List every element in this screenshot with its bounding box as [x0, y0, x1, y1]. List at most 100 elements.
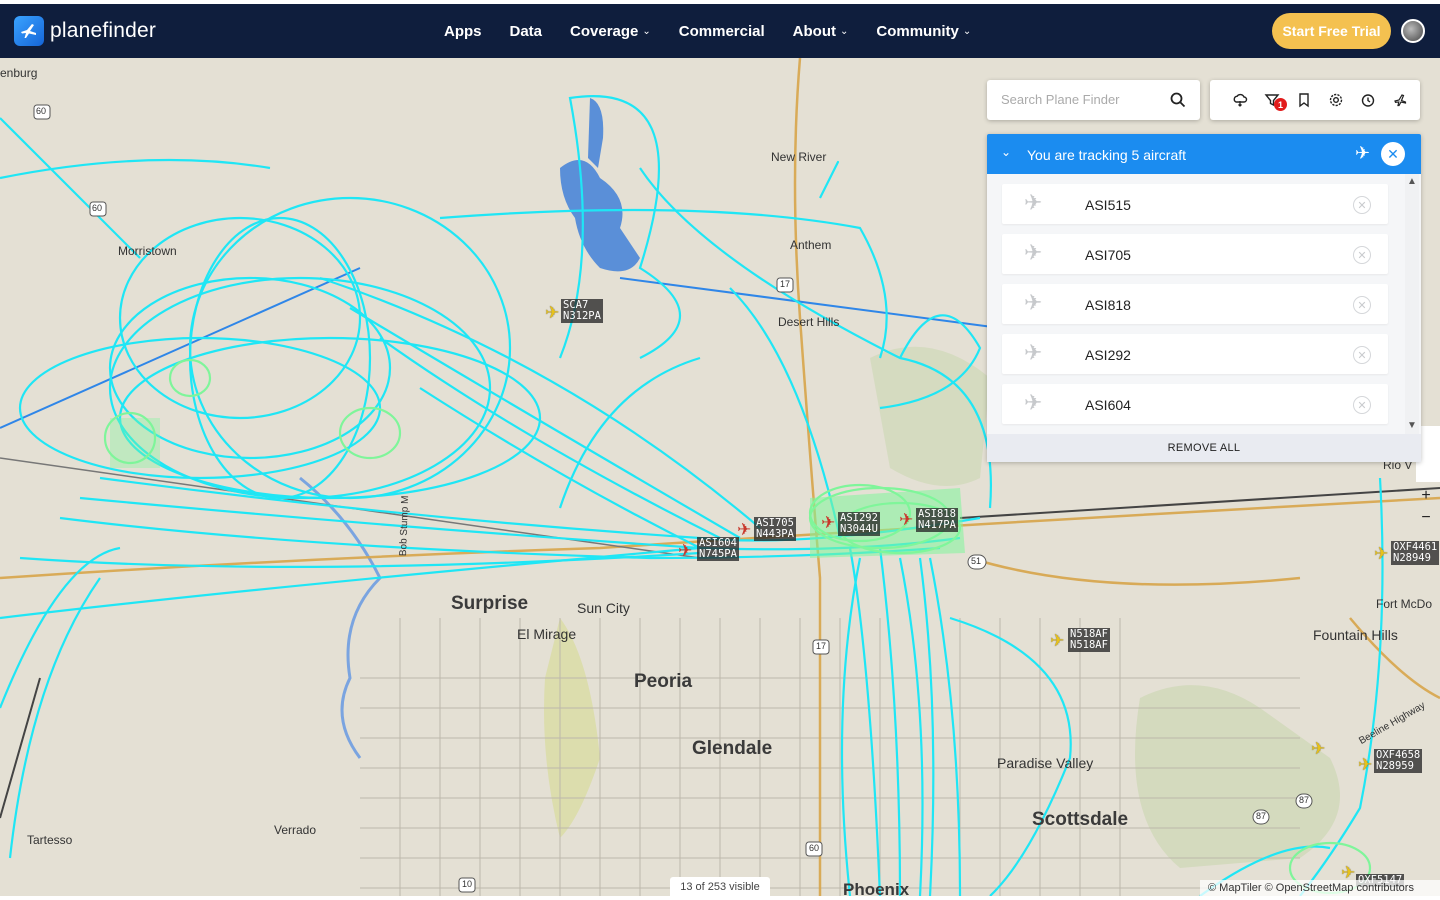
zoom-in-button[interactable]: +	[1418, 485, 1434, 507]
nav-data-label: Data	[509, 22, 543, 40]
plane-icon: ✈	[1024, 240, 1043, 265]
start-free-trial-button[interactable]: Start Free Trial	[1272, 13, 1391, 49]
brand-name: planefinder	[50, 19, 157, 42]
map-toolbar: 1	[1210, 80, 1420, 120]
bookmark-icon[interactable]	[1288, 88, 1320, 112]
tracked-callsign: ASI292	[1085, 347, 1131, 363]
history-icon[interactable]	[1352, 88, 1384, 112]
tracked-aircraft-row[interactable]: ✈ ASI292 ✕	[1002, 334, 1388, 374]
place-label: El Mirage	[517, 626, 577, 642]
tracked-aircraft-row[interactable]: ✈ ASI515 ✕	[1002, 184, 1388, 224]
place-label: Desert Hills	[778, 315, 840, 329]
aircraft-label[interactable]: ASI292 N3044U	[838, 512, 880, 536]
visible-aircraft-count: 13 of 253 visible	[670, 877, 770, 897]
place-label: Sun City	[577, 600, 630, 616]
aircraft-icon[interactable]: ✈	[1311, 740, 1325, 757]
route-shield: 60	[36, 106, 47, 116]
filter-icon[interactable]: 1	[1256, 88, 1288, 112]
nav-community-label: Community	[876, 22, 959, 40]
place-label: Fountain Hills	[1313, 627, 1398, 643]
plane-icon: ✈	[1024, 190, 1043, 215]
nav-commercial[interactable]: Commercial	[679, 23, 765, 40]
user-avatar[interactable]	[1401, 19, 1425, 43]
chevron-down-icon[interactable]: ⌄	[1001, 145, 1011, 159]
search-box	[987, 80, 1200, 120]
place-label: Phoenix	[843, 880, 910, 896]
aircraft-label[interactable]: ASI705 N443PA	[754, 517, 796, 541]
aircraft-label[interactable]: OXF4658 N28959	[1374, 749, 1423, 773]
nav-apps[interactable]: Apps	[444, 23, 482, 40]
aircraft-icon[interactable]: ✈	[737, 521, 751, 538]
tracking-panel: ⌄ You are tracking 5 aircraft ✈ ✕ ✈ ASI5…	[987, 134, 1421, 462]
planefinder-logo[interactable]: planefinder	[14, 16, 156, 46]
aircraft-icon[interactable]: ✈	[1341, 864, 1355, 881]
registration: N417PA	[918, 519, 956, 531]
aircraft-icon[interactable]: ✈	[1374, 545, 1388, 562]
aircraft-label[interactable]: ASI818 N417PA	[916, 508, 958, 532]
nav-about[interactable]: About ⌄	[793, 23, 849, 40]
place-label: Scottsdale	[1032, 809, 1129, 830]
settings-icon[interactable]	[1320, 88, 1352, 112]
main-nav: Apps Data Coverage ⌄ Commercial About ⌄ Co…	[444, 4, 999, 58]
tracked-aircraft-row[interactable]: ✈ ASI705 ✕	[1002, 234, 1388, 274]
aircraft-icon[interactable]: ✈	[899, 511, 913, 528]
registration: N312PA	[563, 310, 601, 322]
plane-icon: ✈	[1024, 390, 1043, 415]
remove-icon[interactable]: ✕	[1353, 196, 1371, 214]
search-input[interactable]	[1001, 92, 1161, 107]
nav-coverage[interactable]: Coverage ⌄	[570, 23, 651, 40]
place-label: Tartesso	[27, 833, 73, 847]
place-label: Glendale	[692, 738, 773, 759]
close-tracking-button[interactable]: ✕	[1381, 142, 1405, 166]
aircraft-icon[interactable]: ✈	[1050, 632, 1064, 649]
nav-data[interactable]: Data	[510, 23, 543, 40]
aircraft-icon[interactable]: ✈	[821, 514, 835, 531]
tracked-aircraft-row[interactable]: ✈ ASI818 ✕	[1002, 284, 1388, 324]
aircraft-label[interactable]: SCA7 N312PA	[561, 299, 603, 323]
registration: N443PA	[756, 528, 794, 540]
place-label: Peoria	[634, 671, 693, 692]
zoom-out-button[interactable]: −	[1418, 507, 1434, 529]
nav-commercial-label: Commercial	[678, 22, 765, 40]
route-shield: 51	[971, 556, 982, 566]
tracking-icon[interactable]	[1384, 88, 1416, 112]
tracked-callsign: ASI705	[1085, 247, 1131, 263]
registration: N518AF	[1070, 639, 1108, 651]
remove-icon[interactable]: ✕	[1353, 246, 1371, 264]
weather-icon[interactable]	[1224, 88, 1256, 112]
aircraft-icon[interactable]: ✈	[1358, 756, 1372, 773]
route-shield: 60	[809, 843, 820, 853]
place-label: Fort McDo	[1376, 597, 1433, 611]
place-label: Surprise	[451, 593, 529, 614]
nav-about-label: About	[792, 22, 836, 40]
route-shield: 87	[1299, 795, 1310, 805]
chevron-down-icon: ⌄	[839, 25, 849, 37]
aircraft-label[interactable]: OXF4461 N28949	[1391, 541, 1440, 565]
map-attribution[interactable]: © MapTiler © OpenStreetMap contributors	[1200, 880, 1440, 896]
aircraft-icon[interactable]: ✈	[678, 542, 692, 559]
list-scrollbar[interactable]	[1405, 174, 1419, 434]
search-icon[interactable]	[1170, 92, 1186, 108]
tracked-aircraft-row[interactable]: ✈ ASI604 ✕	[1002, 384, 1388, 424]
scroll-down-icon[interactable]: ▼	[1407, 420, 1417, 431]
aircraft-icon[interactable]: ✈	[545, 304, 559, 321]
chevron-down-icon: ⌄	[962, 25, 972, 37]
remove-icon[interactable]: ✕	[1353, 396, 1371, 414]
aircraft-label[interactable]: N518AF N518AF	[1068, 628, 1110, 652]
remove-all-button[interactable]: REMOVE ALL	[987, 434, 1421, 462]
remove-icon[interactable]: ✕	[1353, 346, 1371, 364]
registration: N3044U	[840, 523, 878, 535]
tracked-callsign: ASI818	[1085, 297, 1131, 313]
route-shield: 87	[1256, 811, 1267, 821]
place-label: enburg	[0, 66, 38, 80]
scroll-up-icon[interactable]: ▲	[1407, 176, 1417, 187]
zoom-controls: + −	[1418, 485, 1434, 531]
nav-community[interactable]: Community ⌄	[876, 23, 971, 40]
route-shield: 60	[92, 203, 103, 213]
route-shield: 10	[462, 879, 473, 889]
tracking-title: You are tracking 5 aircraft	[1027, 147, 1187, 163]
tracking-panel-header: ⌄ You are tracking 5 aircraft ✈ ✕	[987, 134, 1421, 174]
aircraft-label[interactable]: ASI604 N745PA	[697, 537, 739, 561]
remove-icon[interactable]: ✕	[1353, 296, 1371, 314]
place-label: Anthem	[790, 238, 832, 252]
